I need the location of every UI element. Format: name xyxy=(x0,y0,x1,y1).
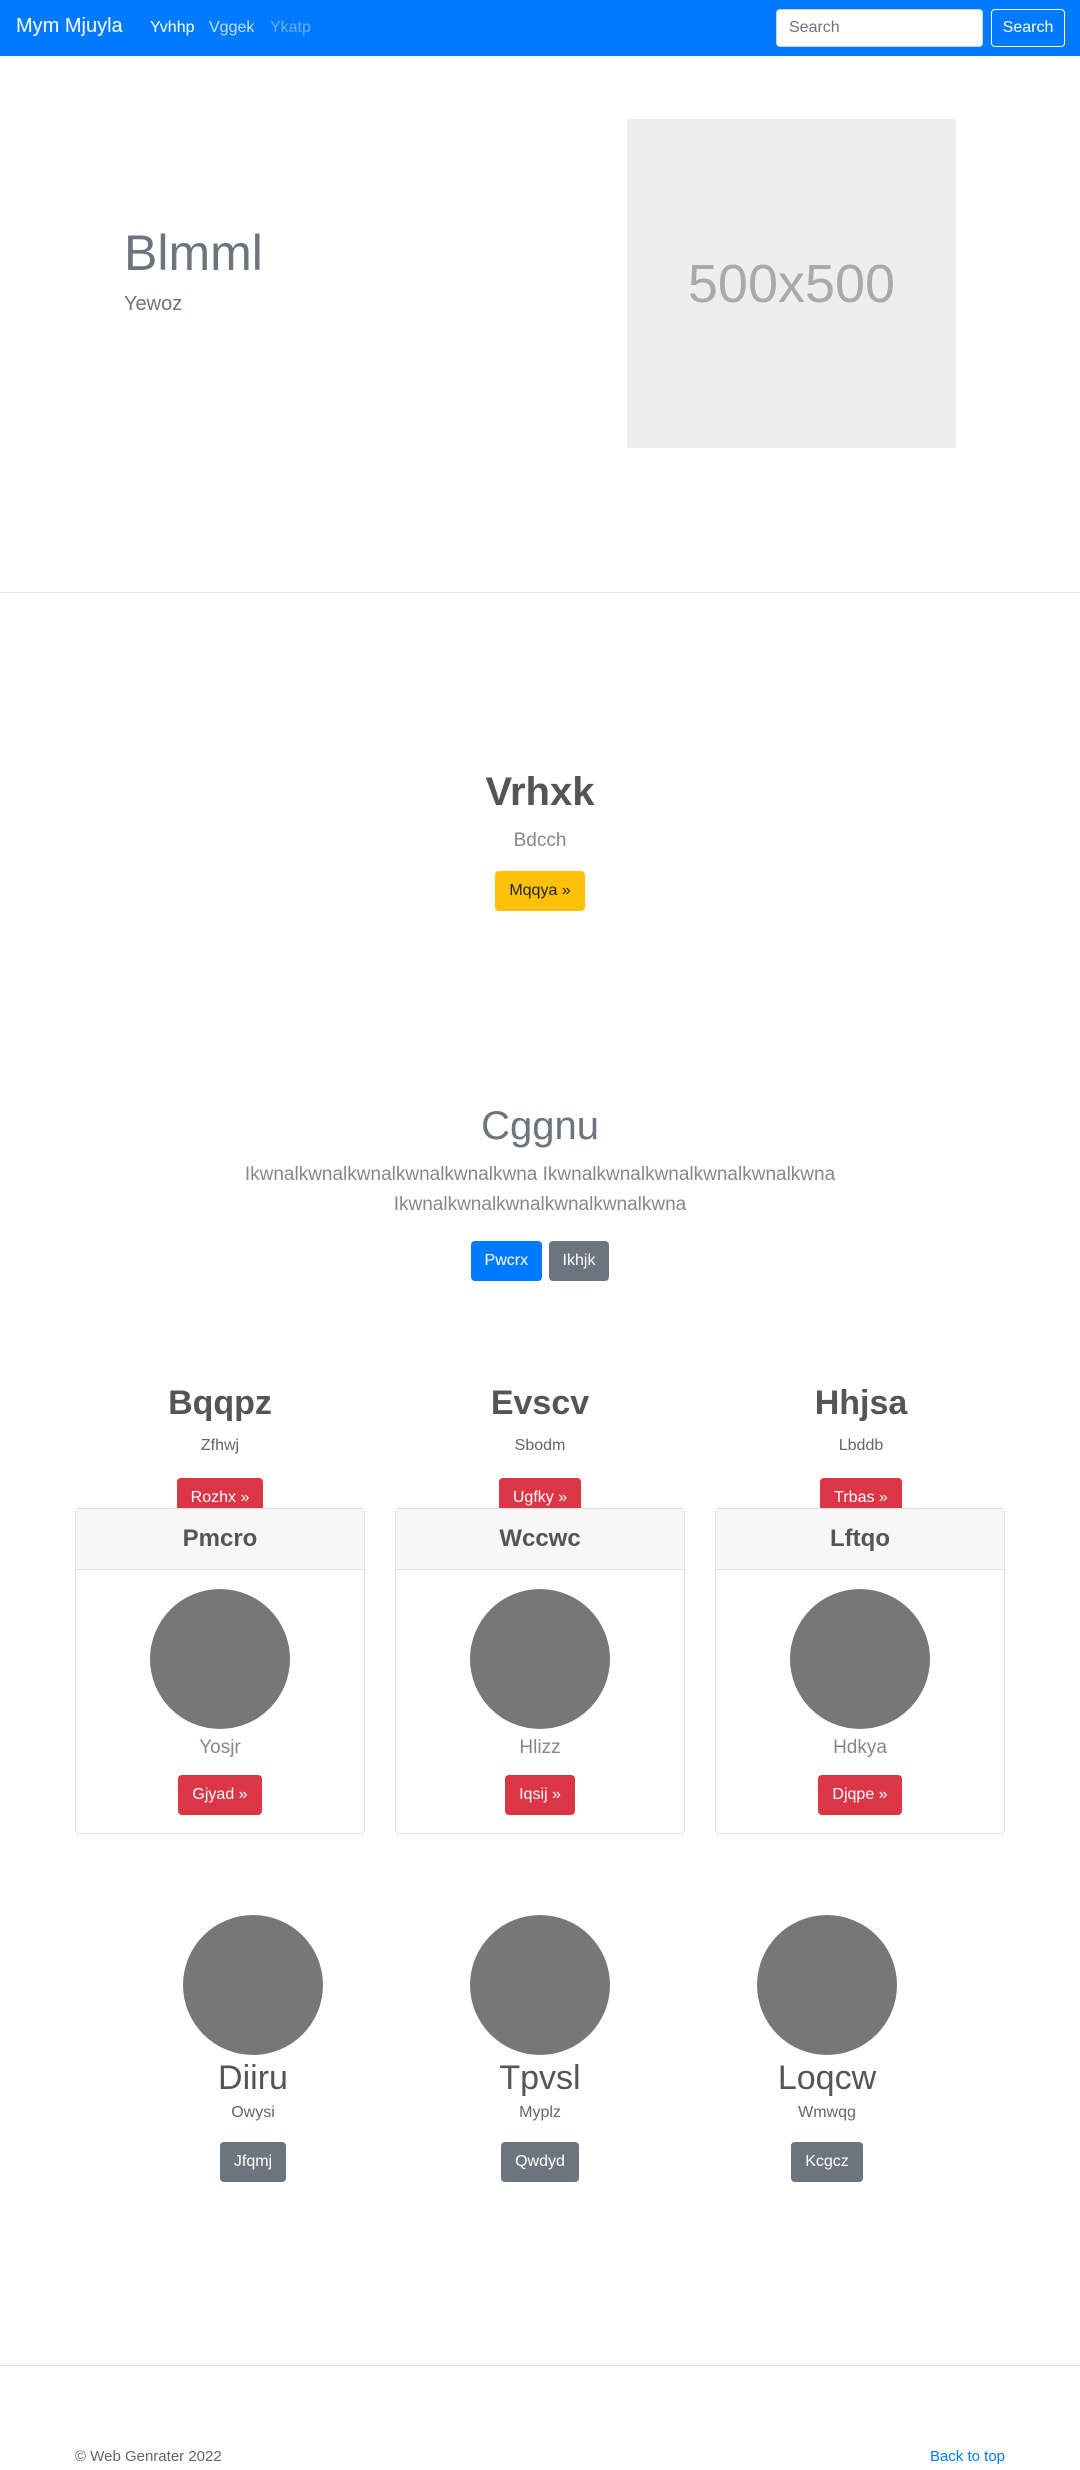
jumbotron-title: Cggnu xyxy=(481,1104,599,1148)
avatar xyxy=(470,1915,610,2055)
person-name: Diiru xyxy=(218,2059,288,2097)
search-button[interactable]: Search xyxy=(991,9,1065,47)
nav-link-vggek[interactable]: Vggek xyxy=(209,19,254,37)
feature-button-wrap: Mqqya » xyxy=(0,871,1080,911)
profile-card: Lftqo Hdkya Djqpe » xyxy=(715,1508,1005,1834)
hero-title: Blmml xyxy=(124,225,263,281)
card-button[interactable]: Djqpe » xyxy=(818,1775,902,1815)
column-title: Evscv xyxy=(490,1384,590,1422)
person-subtitle: Owysi xyxy=(231,2104,275,2121)
avatar xyxy=(757,1915,897,2055)
card-button[interactable]: Gjyad » xyxy=(178,1775,262,1815)
person-button[interactable]: Kcgcz xyxy=(791,2142,863,2182)
feature-subtitle: Bdcch xyxy=(513,830,567,851)
column-block: Evscv Sbodm Ugfky » xyxy=(395,1384,685,1518)
column-subtitle: Lbddb xyxy=(838,1437,884,1454)
footer-divider xyxy=(0,2365,1080,2366)
section-divider xyxy=(0,592,1080,593)
person-block: Diiru Owysi Jfqmj xyxy=(153,1915,353,2182)
top-navbar: Mym Mjuyla Yvhhp Vggek Ykatp Search xyxy=(0,0,1080,56)
hero-placeholder-image: 500x500 xyxy=(627,119,956,448)
column-title: Hhjsa xyxy=(814,1384,908,1422)
profile-card: Wccwc Hlizz Iqsij » xyxy=(395,1508,685,1834)
hero-subtitle: Yewoz xyxy=(124,293,183,315)
person-name: Loqcw xyxy=(777,2059,877,2097)
footer-copyright: © Web Genrater 2022 xyxy=(75,2448,222,2465)
person-button[interactable]: Qwdyd xyxy=(501,2142,579,2182)
search-input[interactable] xyxy=(776,9,983,47)
card-subtitle: Hdkya xyxy=(833,1737,887,1758)
card-header: Lftqo xyxy=(716,1509,1004,1570)
nav-link-yvhhp[interactable]: Yvhhp xyxy=(150,19,194,37)
person-block: Loqcw Wmwqg Kcgcz xyxy=(727,1915,927,2182)
avatar xyxy=(150,1589,290,1729)
navbar-brand[interactable]: Mym Mjuyla xyxy=(16,15,123,38)
person-name: Tpvsl xyxy=(499,2059,581,2097)
person-block: Tpvsl Myplz Qwdyd xyxy=(440,1915,640,2182)
jumbotron-buttons: Pwcrx Ikhjk xyxy=(0,1241,1080,1281)
avatar xyxy=(470,1589,610,1729)
jumbotron-primary-button[interactable]: Pwcrx xyxy=(470,1241,543,1281)
profile-card: Pmcro Yosjr Gjyad » xyxy=(75,1508,365,1834)
jumbotron-secondary-button[interactable]: Ikhjk xyxy=(548,1241,610,1281)
card-header: Pmcro xyxy=(76,1509,364,1570)
jumbotron-text: Ikwnalkwnalkwnalkwnalkwnalkwna Ikwnalkwn… xyxy=(244,1164,836,1215)
back-to-top-link[interactable]: Back to top xyxy=(930,2448,1005,2465)
card-subtitle: Hlizz xyxy=(519,1737,561,1758)
card-subtitle: Yosjr xyxy=(199,1737,241,1758)
person-subtitle: Myplz xyxy=(519,2104,561,2121)
nav-link-ykatp: Ykatp xyxy=(270,19,311,36)
column-title: Bqqpz xyxy=(168,1384,272,1422)
column-subtitle: Zfhwj xyxy=(200,1437,240,1454)
feature-title: Vrhxk xyxy=(485,770,595,814)
column-block: Hhjsa Lbddb Trbas » xyxy=(716,1384,1006,1518)
hero-image-label: 500x500 xyxy=(687,253,896,314)
column-subtitle: Sbodm xyxy=(514,1437,566,1454)
card-header: Wccwc xyxy=(396,1509,684,1570)
column-block: Bqqpz Zfhwj Rozhx » xyxy=(75,1384,365,1518)
person-button[interactable]: Jfqmj xyxy=(219,2142,287,2182)
avatar xyxy=(790,1589,930,1729)
person-subtitle: Wmwqg xyxy=(798,2104,856,2121)
avatar xyxy=(183,1915,323,2055)
feature-button[interactable]: Mqqya » xyxy=(495,871,585,911)
card-button[interactable]: Iqsij » xyxy=(505,1775,575,1815)
